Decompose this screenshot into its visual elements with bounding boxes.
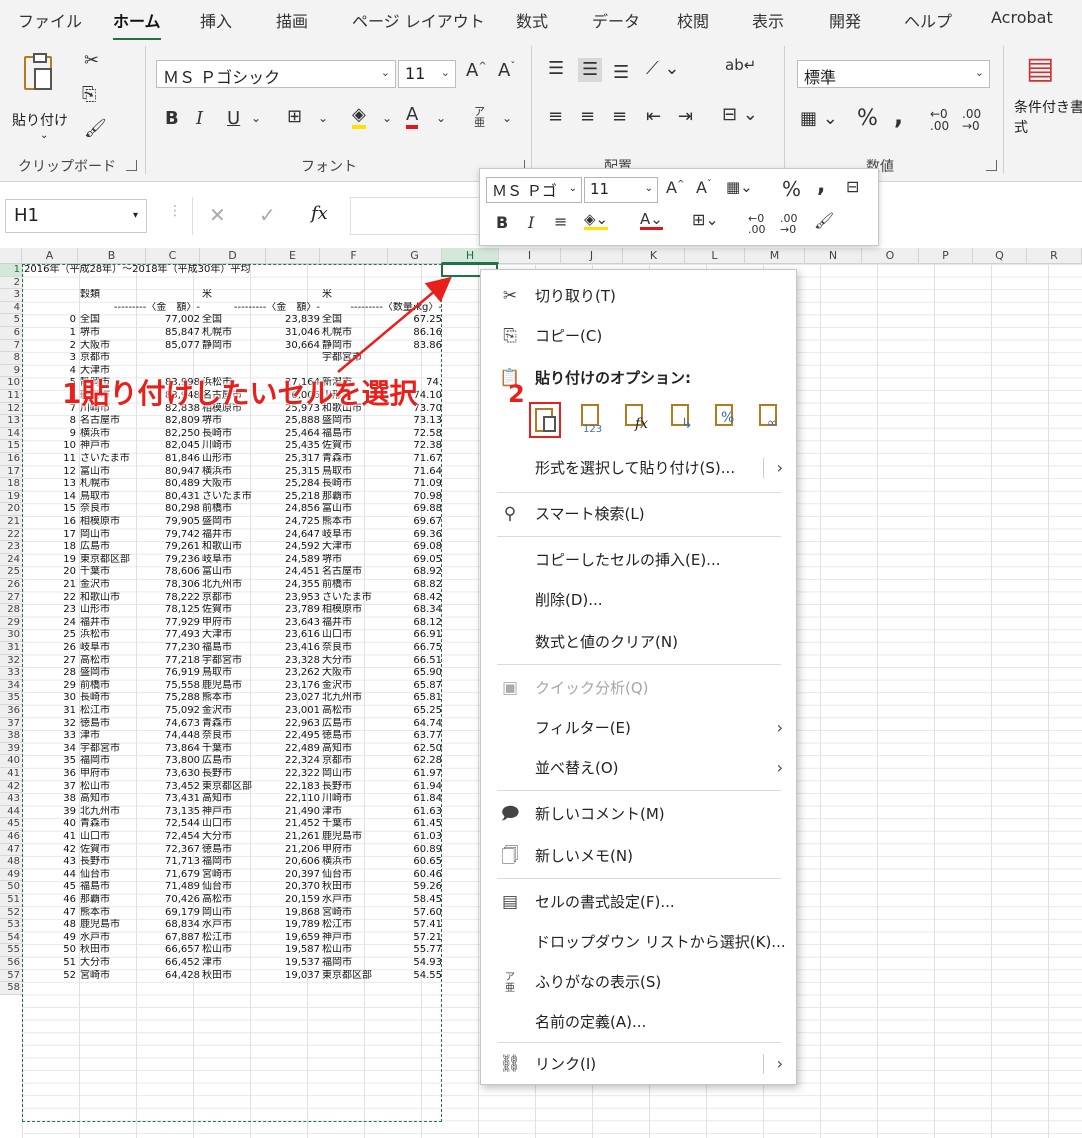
- arrow-line: [337, 276, 452, 373]
- step-1-number: 1: [62, 377, 82, 410]
- step-1-text: 貼り付けしたいセルを選択: [81, 377, 418, 410]
- annotation-arrow: [337, 276, 452, 373]
- step-1-annotation: 1貼り付けしたいセルを選択: [62, 372, 418, 412]
- step-2-annotation: 2: [508, 380, 525, 408]
